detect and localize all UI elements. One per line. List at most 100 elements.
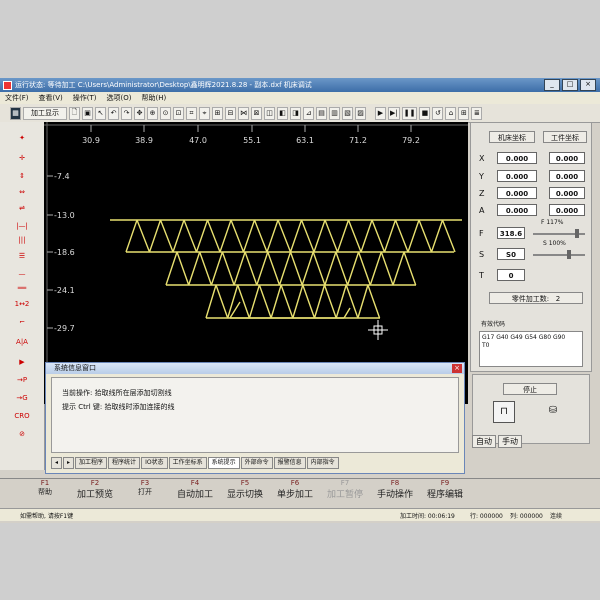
menu-help[interactable]: 帮助(H)	[142, 93, 167, 103]
fkey-code: F3	[140, 479, 150, 487]
feed-override-slider[interactable]	[533, 229, 585, 238]
truss-drawing[interactable]	[110, 219, 462, 319]
sequence-tool-icon[interactable]: 1↔2	[6, 298, 38, 310]
stop-icon[interactable]: ■	[419, 106, 431, 120]
f3-open-button[interactable]: F3 打开	[120, 479, 170, 507]
tool-i-icon[interactable]: ◨	[290, 106, 301, 120]
tool-k-icon[interactable]: ▤	[316, 106, 327, 120]
play-tool-icon[interactable]: ▶	[6, 356, 38, 368]
text-tool-icon[interactable]: A|A	[6, 336, 38, 348]
truss-segment	[230, 219, 245, 253]
list-icon[interactable]: ≣	[471, 106, 483, 120]
stack-tool-icon[interactable]: ☰	[6, 250, 38, 262]
pause-icon[interactable]: ❚❚	[401, 106, 418, 120]
arrow-tool-icon[interactable]: ⇕	[6, 170, 38, 182]
zoom-fit-icon[interactable]: ⊡	[173, 106, 184, 120]
tab-auto[interactable]: 自动	[472, 435, 496, 448]
pointer-icon[interactable]: ↖	[95, 106, 106, 120]
f2-preview-button[interactable]: F2 加工预览	[70, 479, 120, 507]
tool-g-icon[interactable]: ◫	[264, 106, 275, 120]
minimize-button[interactable]: _	[544, 79, 560, 91]
tool-c-icon[interactable]: ⊞	[212, 106, 223, 120]
coolant-icon[interactable]: ⛁	[543, 401, 563, 421]
tool-e-icon[interactable]: ⋈	[238, 106, 249, 120]
home-icon[interactable]: ⌂	[445, 106, 457, 120]
tool-l-icon[interactable]: ▥	[329, 106, 340, 120]
run-icon[interactable]: ▶	[375, 106, 386, 120]
truss-segment	[233, 251, 246, 286]
save-icon[interactable]: ▣	[82, 106, 93, 120]
f5-display-switch-button[interactable]: F5 显示切换	[220, 479, 270, 507]
truss-segment	[357, 284, 369, 319]
menu-operate[interactable]: 操作(T)	[73, 93, 97, 103]
tool-f-icon[interactable]: ⊠	[251, 106, 262, 120]
machine-coord-button[interactable]: 机床坐标	[489, 131, 535, 143]
f4-auto-process-button[interactable]: F4 自动加工	[170, 479, 220, 507]
tab-system-tips[interactable]: 系统提示	[207, 457, 240, 469]
truss-segment	[302, 284, 316, 319]
spindle-override-slider[interactable]	[533, 250, 585, 259]
tab-work-coords[interactable]: 工作坐标系	[168, 457, 207, 469]
measure-tool-icon[interactable]: ⊘	[6, 428, 38, 440]
close-button[interactable]: ×	[580, 79, 596, 91]
tab-scroll-right-icon[interactable]: ▸	[63, 457, 75, 469]
hline-tool-icon[interactable]: —	[6, 268, 38, 280]
menu-file[interactable]: 文件(F)	[5, 93, 29, 103]
tab-alarms[interactable]: 报警信息	[273, 457, 306, 469]
work-coord-button[interactable]: 工件坐标	[543, 131, 587, 143]
pan-icon[interactable]: ✥	[134, 106, 145, 120]
tab-scroll-left-icon[interactable]: ◂	[51, 457, 63, 469]
menu-options[interactable]: 选项(O)	[107, 93, 132, 103]
zoom-window-icon[interactable]: ⊕	[147, 106, 158, 120]
f7-pause-button[interactable]: F7 加工暂停	[320, 479, 370, 507]
f9-edit-program-button[interactable]: F9 程序编辑	[420, 479, 470, 507]
reset-icon[interactable]: ↺	[432, 106, 444, 120]
tool-j-icon[interactable]: ⊿	[303, 106, 314, 120]
f8-manual-button[interactable]: F8 手动操作	[370, 479, 420, 507]
cro-tool-icon[interactable]: CRO	[6, 410, 38, 422]
part-count-display[interactable]: 零件加工数: 2	[489, 292, 583, 304]
file-icon[interactable]: 🗋	[69, 106, 80, 120]
tab-program[interactable]: 加工程序	[75, 457, 108, 469]
zoom-icon[interactable]: ⊙	[160, 106, 171, 120]
mirror-tool-icon[interactable]: ⇌	[6, 202, 38, 214]
stop-button[interactable]: 停止	[503, 383, 557, 395]
move-tool-icon[interactable]: ⇔	[6, 186, 38, 198]
spindle-slider-thumb[interactable]	[567, 250, 571, 259]
line-tool-icon[interactable]: |—|	[6, 220, 38, 232]
step-icon[interactable]: ▶|	[388, 106, 400, 120]
g-tool-icon[interactable]: →G	[6, 392, 38, 404]
spindle-icon[interactable]: ⊓	[493, 401, 515, 423]
feed-slider-thumb[interactable]	[575, 229, 579, 238]
cross-tool-icon[interactable]: ✛	[6, 152, 38, 164]
undo-icon[interactable]: ↶	[108, 106, 119, 120]
tab-internal-cmd[interactable]: 内部指令	[306, 457, 339, 469]
process-display-button[interactable]: 加工显示	[23, 106, 67, 120]
grid-icon[interactable]: ⊞	[458, 106, 470, 120]
bars-tool-icon[interactable]: |||	[6, 234, 38, 246]
tool-a-icon[interactable]: ⌗	[186, 106, 197, 120]
status-bar: 如需帮助, 请按F1键 加工时间: 00:06:19 行: 000000 列: …	[0, 508, 600, 521]
tool-d-icon[interactable]: ⊟	[225, 106, 236, 120]
maximize-button[interactable]: □	[562, 79, 578, 91]
dialog-close-button[interactable]: ×	[452, 364, 462, 373]
corner-tool-icon[interactable]: ⌐	[6, 316, 38, 328]
tool-b-icon[interactable]: ⌖	[199, 106, 210, 120]
f1-help-button[interactable]: F1 帮助	[20, 479, 70, 507]
fkey-label: 显示切换	[226, 490, 263, 500]
window-title: 运行状态: 等待加工 C:\Users\Administrator\Deskto…	[15, 81, 312, 89]
menu-view[interactable]: 查看(V)	[39, 93, 63, 103]
tool-h-icon[interactable]: ◧	[277, 106, 288, 120]
tool-n-icon[interactable]: ▨	[355, 106, 366, 120]
tool-m-icon[interactable]: ▧	[342, 106, 353, 120]
point-tool-icon[interactable]: ✦	[6, 132, 38, 144]
tab-io-status[interactable]: IO状态	[141, 457, 168, 469]
p-tool-icon[interactable]: →P	[6, 374, 38, 386]
redo-icon[interactable]: ↷	[121, 106, 132, 120]
tab-external-cmd[interactable]: 外部命令	[240, 457, 273, 469]
offset-tool-icon[interactable]: ══	[6, 282, 38, 294]
process-display-icon[interactable]: ▦	[10, 106, 21, 120]
f6-single-step-button[interactable]: F6 单步加工	[270, 479, 320, 507]
tab-manual[interactable]: 手动	[498, 435, 522, 448]
tab-program-stats[interactable]: 程序统计	[108, 457, 141, 469]
